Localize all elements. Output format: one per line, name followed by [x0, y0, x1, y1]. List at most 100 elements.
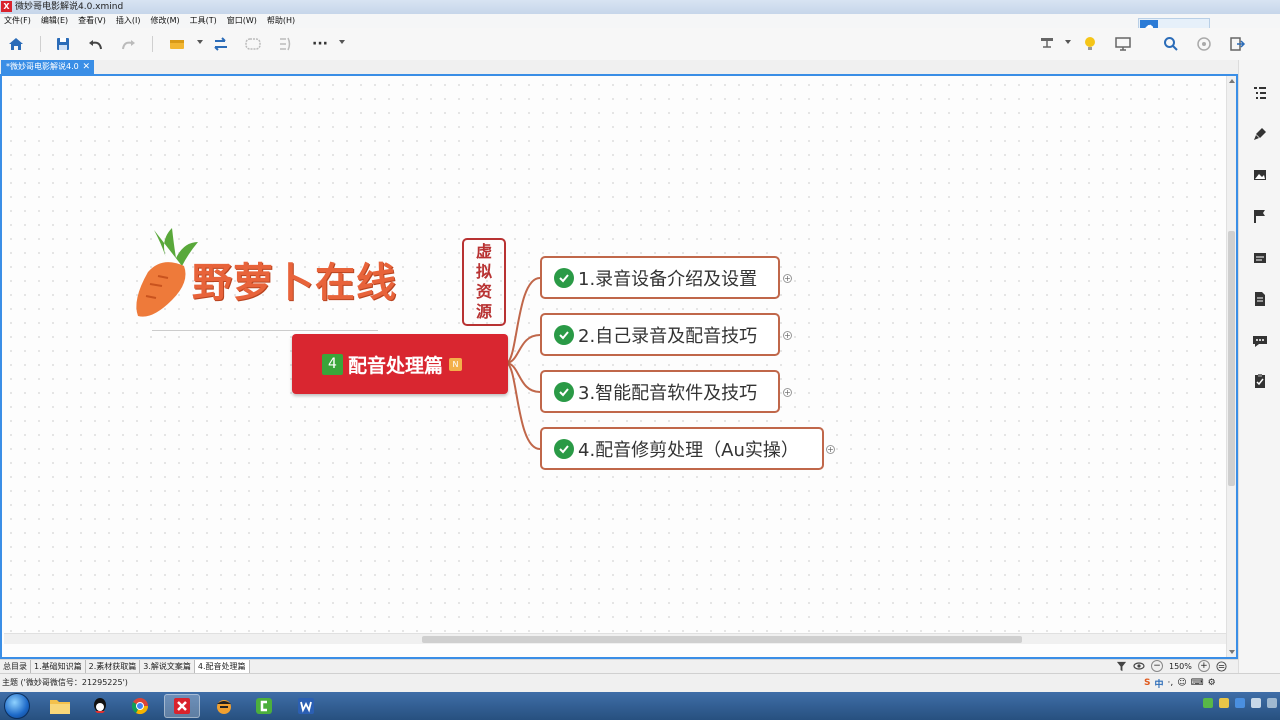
mind-map-canvas-frame: 野萝卜在线 虚 拟 资 源 4 配音处理篇 N 1.录音设备介绍及设置 + 2.… [0, 74, 1238, 659]
seal-char: 源 [475, 302, 492, 321]
relationship-icon[interactable] [210, 33, 232, 55]
system-tray [1200, 698, 1280, 708]
fit-icon[interactable] [1216, 660, 1228, 672]
toolbar-separator [40, 36, 41, 52]
subtopic-4[interactable]: 4.配音修剪处理（Au实操） [540, 427, 824, 470]
home-icon[interactable] [5, 33, 27, 55]
central-topic[interactable]: 4 配音处理篇 N [292, 334, 508, 394]
more-dropdown-caret[interactable] [339, 40, 345, 44]
ime-settings-icon[interactable]: ⚙ [1208, 678, 1216, 688]
sheet-tab-basics[interactable]: 1.基础知识篇 [31, 660, 86, 673]
insert-topic-icon[interactable] [166, 33, 188, 55]
subtopic-label: 3.智能配音软件及技巧 [578, 382, 758, 404]
tray-flag-icon[interactable] [1267, 698, 1277, 708]
menu-tools[interactable]: 工具(T) [185, 14, 222, 28]
tray-network-icon[interactable] [1235, 698, 1245, 708]
more-icon[interactable]: ··· [309, 33, 331, 55]
zoom-controls: − 150% + [1112, 659, 1238, 673]
title-bar: X 微妙哥电影解说4.0.xmind [0, 0, 1280, 14]
layout-dropdown-caret[interactable] [1065, 40, 1071, 44]
expand-icon[interactable]: + [826, 445, 835, 454]
qq-icon[interactable] [82, 694, 118, 718]
scroll-down-icon[interactable] [1229, 650, 1235, 654]
comment-icon[interactable] [1251, 332, 1269, 350]
menu-modify[interactable]: 修改(M) [145, 14, 184, 28]
format-brush-icon[interactable] [1251, 125, 1269, 143]
subtopic-label: 2.自己录音及配音技巧 [578, 325, 758, 347]
file-explorer-icon[interactable] [42, 694, 78, 718]
tray-volume-icon[interactable] [1251, 698, 1261, 708]
undo-icon[interactable] [85, 33, 107, 55]
ime-keyboard-icon[interactable]: ⌨ [1191, 678, 1204, 688]
image-icon[interactable] [1251, 166, 1269, 184]
zoom-icon[interactable] [1193, 33, 1215, 55]
subtopic-2[interactable]: 2.自己录音及配音技巧 [540, 313, 780, 356]
note-icon[interactable] [1251, 249, 1269, 267]
save-icon[interactable] [52, 33, 74, 55]
sogou-ime-icon[interactable]: S [1144, 678, 1150, 688]
start-button[interactable] [4, 693, 30, 719]
insert-topic-dropdown-caret[interactable] [197, 40, 203, 44]
layout-icon[interactable] [1036, 33, 1058, 55]
outline-icon[interactable] [1251, 84, 1269, 102]
zoom-level: 150% [1169, 661, 1192, 671]
summary-icon[interactable] [275, 33, 297, 55]
search-icon[interactable] [1160, 33, 1182, 55]
horizontal-scroll-thumb[interactable] [422, 636, 1022, 643]
subtopic-label: 4.配音修剪处理（Au实操） [578, 439, 799, 461]
horizontal-scrollbar[interactable] [4, 633, 1228, 644]
menu-edit[interactable]: 编辑(E) [36, 14, 73, 28]
menu-view[interactable]: 查看(V) [73, 14, 111, 28]
eye-icon[interactable] [1133, 660, 1145, 672]
chrome-icon[interactable] [122, 694, 158, 718]
redo-icon[interactable] [117, 33, 139, 55]
close-tab-icon[interactable]: ✕ [82, 60, 90, 74]
vertical-scrollbar[interactable] [1226, 76, 1236, 657]
pirate-icon[interactable] [206, 694, 242, 718]
presentation-icon[interactable] [1112, 33, 1134, 55]
topic-connectors [505, 277, 541, 450]
expand-icon[interactable]: + [783, 388, 792, 397]
camtasia-icon[interactable] [246, 694, 282, 718]
window-title: 微妙哥电影解说4.0.xmind [15, 2, 124, 12]
note-marker-icon[interactable]: N [449, 357, 463, 371]
expand-icon[interactable]: + [783, 274, 792, 283]
ime-chinese-mode[interactable]: 中 [1154, 677, 1163, 690]
menu-insert[interactable]: 插入(I) [111, 14, 146, 28]
menu-window[interactable]: 窗口(W) [222, 14, 262, 28]
boundary-icon[interactable] [242, 33, 264, 55]
mind-map-canvas[interactable]: 野萝卜在线 虚 拟 资 源 4 配音处理篇 N 1.录音设备介绍及设置 + 2.… [4, 78, 1228, 644]
seal-char: 资 [475, 282, 492, 301]
marker-flag-icon[interactable] [1251, 207, 1269, 225]
expand-icon[interactable]: + [783, 331, 792, 340]
sheet-tab-dubbing[interactable]: 4.配音处理篇 [194, 660, 250, 673]
vertical-scroll-thumb[interactable] [1228, 231, 1235, 486]
tray-app-icon[interactable] [1203, 698, 1213, 708]
sheet-tab-materials[interactable]: 2.素材获取篇 [86, 660, 141, 673]
menu-help[interactable]: 帮助(H) [262, 14, 300, 28]
zoom-out-icon[interactable]: − [1151, 660, 1163, 672]
document-icon[interactable] [1251, 290, 1269, 308]
word-icon[interactable] [288, 694, 324, 718]
menu-file[interactable]: 文件(F) [0, 14, 36, 28]
check-icon [554, 324, 574, 345]
seal-char: 拟 [475, 262, 492, 281]
ime-punctuation[interactable]: ·, [1168, 678, 1174, 688]
document-tab[interactable]: *微妙哥电影解说4.0 ✕ [1, 60, 94, 74]
toolbar: ··· [0, 28, 1280, 60]
menu-bar: 文件(F) 编辑(E) 查看(V) 插入(I) 修改(M) 工具(T) 窗口(W… [0, 14, 1280, 28]
status-text: 主题 ('微妙哥微信号：21295225') [2, 678, 128, 687]
xmind-icon[interactable] [164, 694, 200, 718]
zoom-in-icon[interactable]: + [1197, 660, 1210, 672]
subtopic-1[interactable]: 1.录音设备介绍及设置 [540, 256, 780, 299]
filter-icon[interactable] [1115, 660, 1127, 672]
sheet-tab-scripts[interactable]: 3.解说文案篇 [140, 660, 195, 673]
sheet-tab-overview[interactable]: 总目录 [0, 660, 31, 673]
idea-icon[interactable] [1079, 33, 1101, 55]
export-icon[interactable] [1226, 33, 1248, 55]
task-icon[interactable] [1251, 372, 1269, 390]
subtopic-3[interactable]: 3.智能配音软件及技巧 [540, 370, 780, 413]
ime-emoji-icon[interactable]: ☺ [1177, 678, 1186, 688]
tray-app-icon[interactable] [1219, 698, 1229, 708]
scroll-up-icon[interactable] [1229, 79, 1235, 83]
